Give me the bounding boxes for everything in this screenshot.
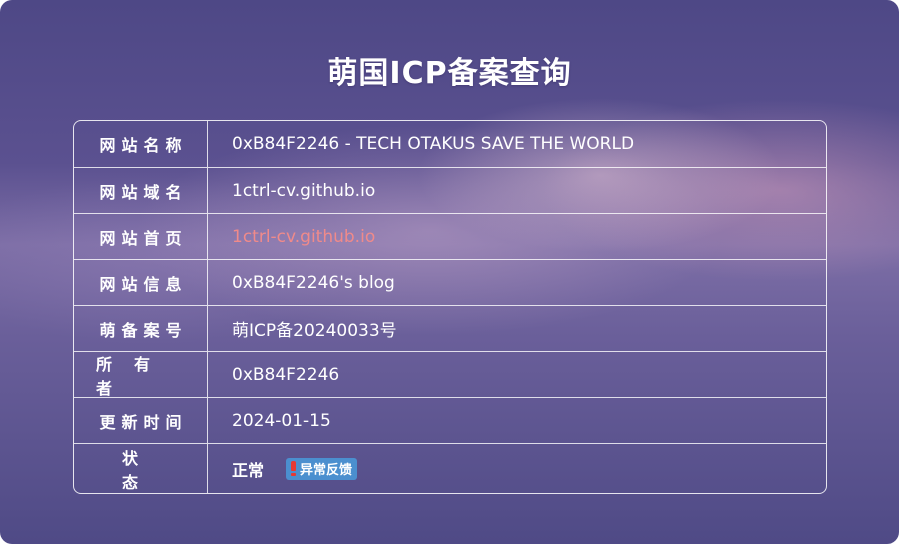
feedback-button-label: 异常反馈 <box>300 463 353 478</box>
record-number-label: 萌备案号 <box>74 306 208 351</box>
owner-value: 0xB84F2246 <box>232 364 340 385</box>
homepage-label: 网站首页 <box>74 214 208 259</box>
table-row-domain: 网站域名 1ctrl-cv.github.io <box>74 167 826 213</box>
status-value-cell: 正常 异常反馈 <box>232 444 358 493</box>
exclamation-icon <box>290 461 297 476</box>
updated-value: 2024-01-15 <box>232 410 331 431</box>
info-value: 0xB84F2246's blog <box>232 272 395 293</box>
table-row-status: 状态 正常 异常反馈 <box>74 443 826 493</box>
table-row-homepage: 网站首页 1ctrl-cv.github.io <box>74 213 826 259</box>
status-label: 状态 <box>74 444 208 493</box>
table-row-updated: 更新时间 2024-01-15 <box>74 397 826 443</box>
page-title: 萌国ICP备案查询 <box>327 56 572 91</box>
table-row-site-name: 网站名称 0xB84F2246 - TECH OTAKUS SAVE THE W… <box>74 121 826 167</box>
owner-label: 所有者 <box>74 352 208 398</box>
site-name-label: 网站名称 <box>74 121 208 167</box>
homepage-link[interactable]: 1ctrl-cv.github.io <box>232 214 375 259</box>
site-name-value: 0xB84F2246 - TECH OTAKUS SAVE THE WORLD <box>232 134 635 154</box>
table-row-owner: 所有者 0xB84F2246 <box>74 351 826 398</box>
table-row-record-number: 萌备案号 萌ICP备20240033号 <box>74 305 826 351</box>
domain-label: 网站域名 <box>74 168 208 213</box>
table-row-info: 网站信息 0xB84F2246's blog <box>74 259 826 305</box>
feedback-button[interactable]: 异常反馈 <box>286 457 358 480</box>
record-table: 网站名称 0xB84F2246 - TECH OTAKUS SAVE THE W… <box>73 120 827 494</box>
info-label: 网站信息 <box>74 260 208 305</box>
icp-record-card: 萌国ICP备案查询 网站名称 0xB84F2246 - TECH OTAKUS … <box>0 0 899 544</box>
status-text: 正常 <box>232 460 265 480</box>
updated-label: 更新时间 <box>74 398 208 443</box>
record-number-value: 萌ICP备20240033号 <box>232 321 397 341</box>
domain-value: 1ctrl-cv.github.io <box>232 180 376 201</box>
